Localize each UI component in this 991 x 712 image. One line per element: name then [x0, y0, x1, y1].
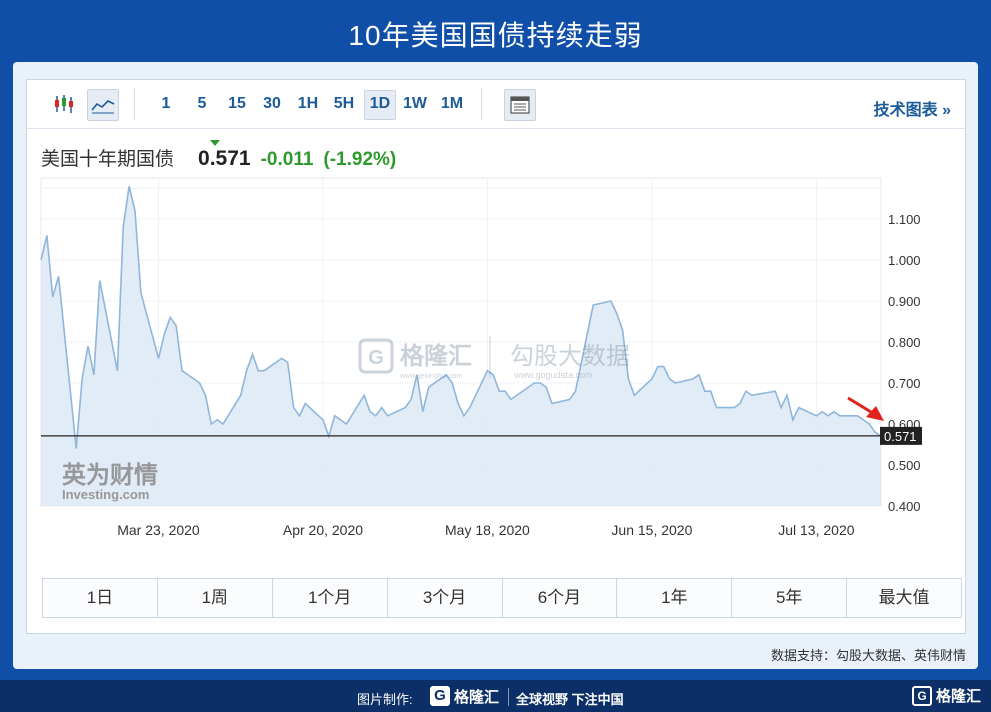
gogudata-wm-name: 勾股大数据 — [510, 342, 630, 370]
footer-divider — [508, 688, 509, 706]
investing-watermark: Investing.com — [62, 487, 149, 502]
x-axis: Mar 23, 2020 Apr 20, 2020 May 18, 2020 Jun … — [117, 522, 854, 538]
y-tick-label: 1.100 — [888, 212, 921, 227]
gogudata-wm-url: www.gogudata.com — [513, 370, 593, 380]
gelonghui-logo-mark: G — [368, 347, 384, 369]
gelonghui-wm-name: 格隆汇 — [400, 342, 472, 370]
gelonghui-logo-icon: G — [430, 686, 450, 706]
price-chart: G 格隆汇 www.gelonghui.com 勾股大数据 www.goguda… — [40, 177, 922, 538]
x-tick-label: Jul 13, 2020 — [778, 522, 854, 538]
y-tick-label: 0.700 — [888, 376, 921, 391]
y-tick-label: 0.900 — [888, 294, 921, 309]
footer-logo: G 格隆汇 — [430, 685, 506, 707]
y-axis: 0.4000.5000.6000.7000.8000.9001.0001.100 — [888, 212, 921, 514]
y-tick-label: 0.800 — [888, 335, 921, 350]
price-tag-label: 0.571 — [884, 429, 917, 444]
made-by-label: 图片制作: — [357, 692, 413, 707]
brand-logo-icon: G — [911, 685, 932, 706]
footer-slogan: 全球视野 下注中国 — [516, 692, 624, 707]
x-tick-label: Apr 20, 2020 — [283, 522, 363, 538]
data-source: 数据支持：勾股大数据、英伟财情 — [770, 648, 966, 663]
footer-bar: 图片制作: G 格隆汇 全球视野 下注中国 G 格隆汇 — [0, 680, 991, 712]
x-tick-label: Mar 23, 2020 — [117, 522, 200, 538]
y-tick-label: 0.500 — [888, 458, 921, 473]
footer-brand-name: 格隆汇 — [935, 688, 981, 705]
footer-logo-name: 格隆汇 — [454, 688, 500, 706]
current-price-tag: 0.571 — [880, 426, 922, 445]
yingwei-watermark: 英为财情 — [62, 461, 158, 489]
y-tick-label: 1.000 — [888, 253, 921, 268]
gelonghui-wm-url: www.gelonghui.com — [399, 373, 462, 380]
x-tick-label: May 18, 2020 — [445, 522, 530, 538]
y-tick-label: 0.400 — [888, 499, 921, 514]
footer-brand: G 格隆汇 — [911, 685, 981, 706]
x-tick-label: Jun 15, 2020 — [611, 522, 692, 538]
